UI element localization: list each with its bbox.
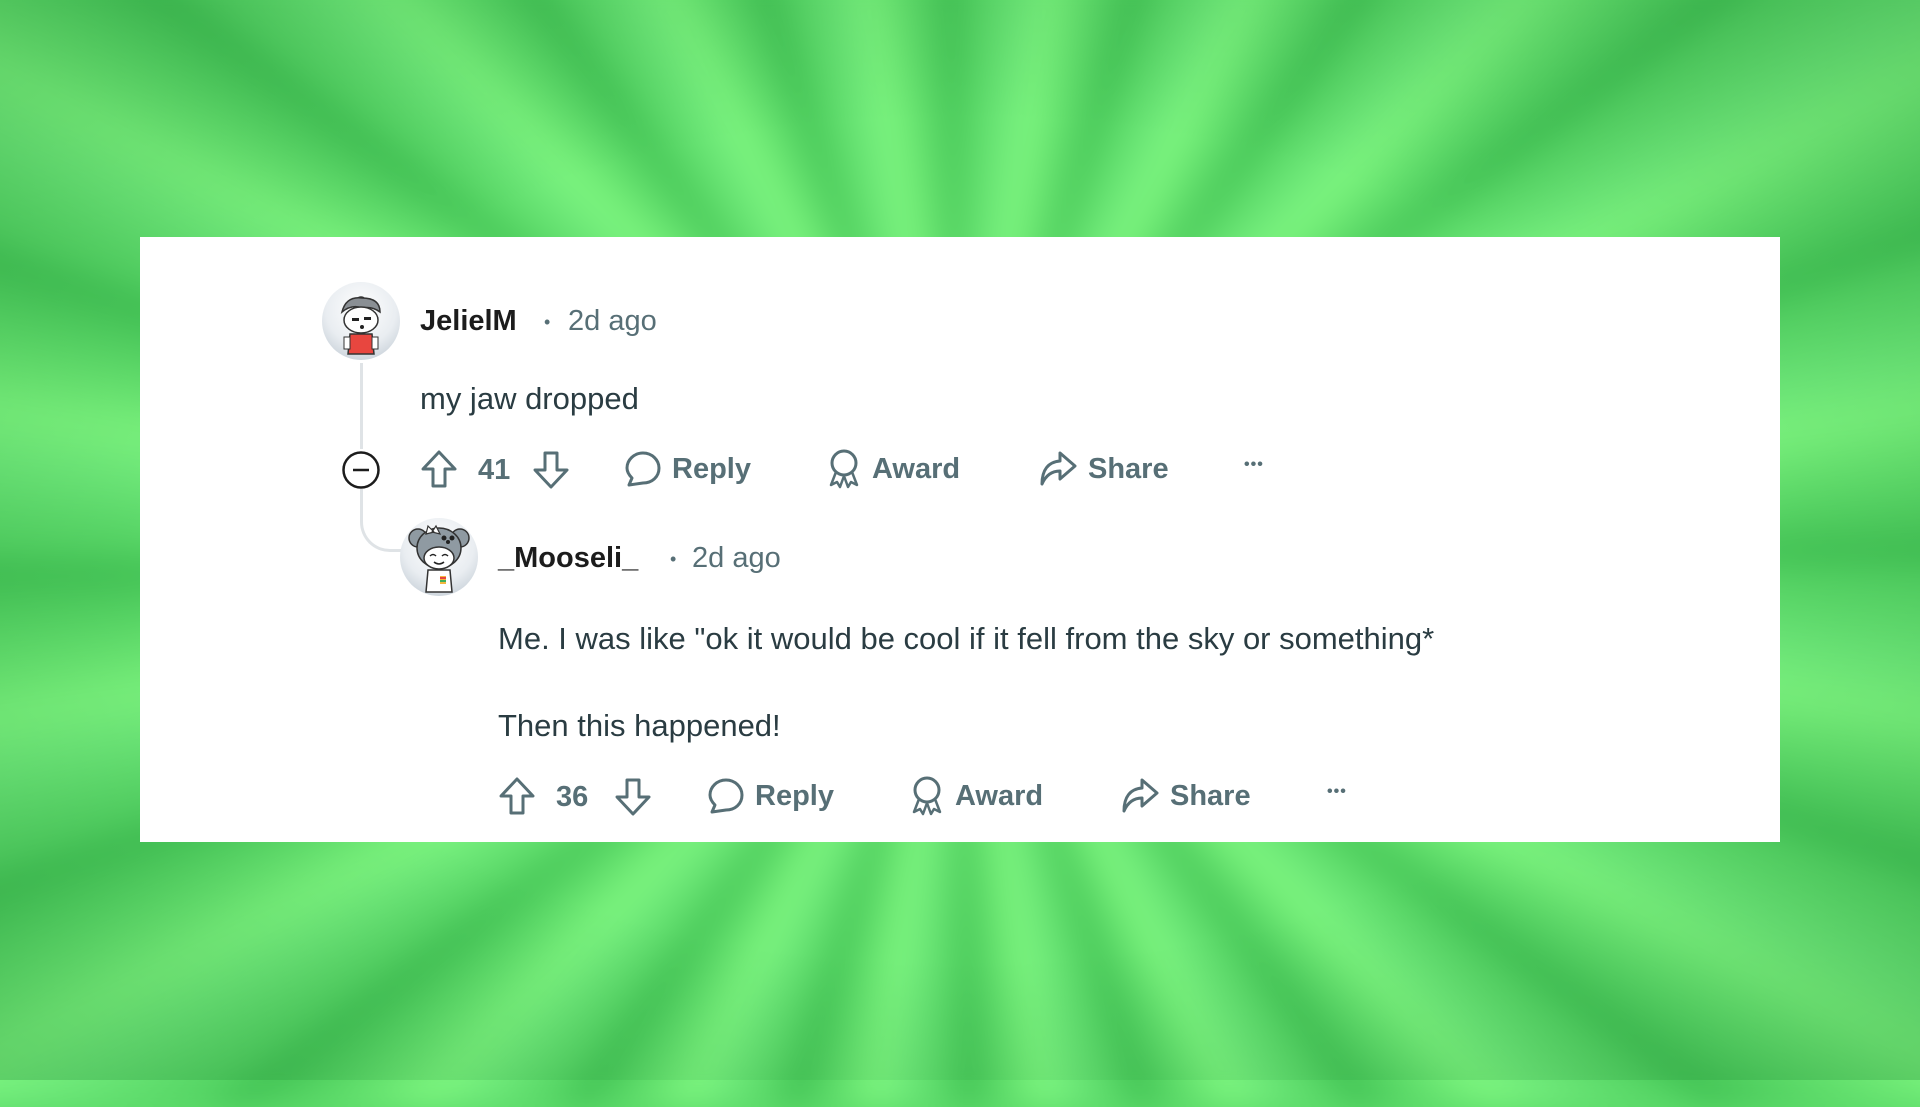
share-label: Share [1170, 779, 1251, 812]
comment-body: my jaw dropped [420, 381, 639, 416]
share-label: Share [1088, 452, 1169, 485]
share-arrow-icon [1120, 777, 1160, 815]
award-button[interactable]: Award [826, 448, 960, 490]
more-options-button[interactable]: ••• [1327, 784, 1347, 800]
thread-curve [360, 489, 403, 552]
award-label: Award [955, 779, 1044, 812]
share-button[interactable]: Share [1038, 450, 1169, 488]
reply-label: Reply [672, 452, 751, 485]
award-label: Award [872, 452, 961, 485]
comment-username[interactable]: _Mooseli_ [498, 544, 638, 573]
snoo-avatar-icon [340, 296, 381, 355]
collapse-minus-icon[interactable] [341, 450, 381, 490]
comment-timestamp[interactable]: 2d ago [692, 544, 781, 573]
downvote-icon[interactable] [614, 777, 652, 817]
comment-body-line: Me. I was like "ok it would be cool if i… [498, 621, 1435, 656]
vote-count: 41 [478, 454, 511, 486]
thread-line [360, 363, 363, 449]
comment-thread-card: JelielM • 2d ago my jaw dropped 41 Reply… [140, 237, 1780, 842]
comment-timestamp[interactable]: 2d ago [568, 307, 657, 336]
share-arrow-icon [1038, 450, 1078, 488]
comment-bubble-icon [707, 777, 745, 815]
more-options-button[interactable]: ••• [1244, 457, 1264, 473]
meta-separator: • [670, 549, 677, 569]
reply-label: Reply [755, 779, 834, 812]
comment-bubble-icon [624, 450, 662, 488]
reply-button[interactable]: Reply [707, 777, 834, 815]
award-button[interactable]: Award [909, 775, 1043, 817]
comment-username[interactable]: JelielM [420, 307, 517, 336]
award-ribbon-icon [826, 448, 862, 490]
upvote-icon[interactable] [498, 776, 536, 816]
snoo-avatar-icon [408, 524, 470, 593]
comment-body-line: Then this happened! [498, 708, 781, 743]
share-button[interactable]: Share [1120, 777, 1251, 815]
vote-count: 36 [556, 781, 589, 813]
reply-button[interactable]: Reply [624, 450, 751, 488]
avatar[interactable] [322, 282, 400, 360]
upvote-icon[interactable] [420, 449, 458, 489]
meta-separator: • [544, 312, 551, 332]
downvote-icon[interactable] [532, 450, 570, 490]
award-ribbon-icon [909, 775, 945, 817]
avatar[interactable] [400, 518, 478, 596]
